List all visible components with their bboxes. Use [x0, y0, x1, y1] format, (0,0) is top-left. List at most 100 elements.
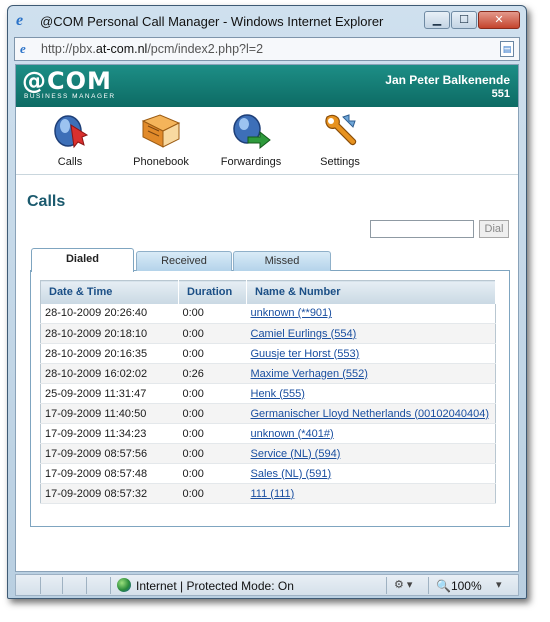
cell-datetime: 28-10-2009 16:02:02 [40, 363, 179, 384]
status-divider [428, 577, 429, 594]
calls-icon [54, 115, 89, 149]
status-divider [62, 577, 63, 594]
page-title: Calls [27, 193, 66, 210]
window-controls: ▁ ☐ ✕ [423, 11, 520, 29]
cell-name: unknown (**901) [246, 303, 496, 324]
tab-received[interactable]: Received [136, 251, 232, 271]
cell-name: Guusje ter Horst (553) [246, 343, 496, 364]
column-header-duration[interactable]: Duration [178, 280, 247, 304]
cell-name: Henk (555) [246, 383, 496, 404]
table-row: 28-10-2009 20:26:40 0:00 unknown (**901) [40, 303, 496, 324]
table-row: 17-09-2009 08:57:32 0:00 111 (111) [40, 483, 496, 504]
close-button[interactable]: ✕ [478, 11, 520, 29]
forwardings-icon [233, 114, 271, 150]
table-row: 17-09-2009 11:34:23 0:00 unknown (*401#) [40, 423, 496, 444]
toolbar-forwardings[interactable]: Forwardings [206, 111, 296, 168]
calls-table: Date & Time Duration Name & Number 28-10… [40, 280, 496, 504]
cell-name: 111 (111) [246, 483, 496, 504]
contact-link[interactable]: Camiel Eurlings (554) [251, 328, 357, 340]
page-viewport: @COM BUSINESS MANAGER Jan Peter Balkenen… [15, 64, 519, 572]
contact-link[interactable]: Maxime Verhagen (552) [251, 368, 368, 380]
contact-link[interactable]: Service (NL) (594) [251, 448, 341, 460]
url-host: at-com.nl [95, 42, 148, 56]
status-divider [86, 577, 87, 594]
minimize-button[interactable]: ▁ [424, 11, 450, 29]
cell-duration: 0:00 [178, 383, 247, 404]
column-header-datetime[interactable]: Date & Time [40, 280, 179, 304]
cell-datetime: 28-10-2009 20:18:10 [40, 323, 179, 344]
cell-name: Service (NL) (594) [246, 443, 496, 464]
address-url[interactable]: http://pbx.at-com.nl/pcm/index2.php?l=2 [41, 42, 263, 56]
cell-duration: 0:00 [178, 483, 247, 504]
toolbar-phonebook-label: Phonebook [133, 156, 189, 168]
table-row: 25-09-2009 11:31:47 0:00 Henk (555) [40, 383, 496, 404]
app-header: @COM BUSINESS MANAGER Jan Peter Balkenen… [16, 65, 518, 107]
column-header-name-number[interactable]: Name & Number [246, 280, 496, 304]
tab-dialed[interactable]: Dialed [31, 248, 134, 272]
cell-name: Camiel Eurlings (554) [246, 323, 496, 344]
contact-link[interactable]: Sales (NL) (591) [251, 468, 332, 480]
url-scheme: http://pbx. [41, 42, 96, 56]
cell-datetime: 17-09-2009 11:34:23 [40, 423, 179, 444]
title-bar[interactable]: e @COM Personal Call Manager - Windows I… [8, 6, 526, 36]
toolbar-phonebook[interactable]: Phonebook [116, 111, 206, 168]
zoom-dropdown-icon[interactable]: ▾ [496, 578, 502, 591]
toolbar-settings[interactable]: Settings [295, 111, 385, 168]
cell-duration: 0:00 [178, 443, 247, 464]
cell-datetime: 28-10-2009 20:26:40 [40, 303, 179, 324]
ie-page-icon: e [20, 41, 26, 56]
security-zone-text[interactable]: Internet | Protected Mode: On [136, 579, 294, 593]
internet-zone-icon [117, 578, 131, 592]
contact-link[interactable]: unknown (*401#) [251, 428, 334, 440]
status-bar: Internet | Protected Mode: On ⚙ ▾ 🔍100% … [15, 574, 519, 596]
zoom-value: 100% [450, 579, 482, 593]
contact-link[interactable]: Germanischer Lloyd Netherlands (00102040… [251, 408, 489, 420]
protected-mode-icon[interactable]: ⚙ ▾ [394, 578, 412, 591]
table-row: 17-09-2009 11:40:50 0:00 Germanischer Ll… [40, 403, 496, 424]
cell-name: Maxime Verhagen (552) [246, 363, 496, 384]
cell-datetime: 17-09-2009 08:57:32 [40, 483, 179, 504]
tab-missed[interactable]: Missed [233, 251, 331, 271]
address-bar[interactable]: e http://pbx.at-com.nl/pcm/index2.php?l=… [14, 37, 520, 61]
contact-link[interactable]: Henk (555) [251, 388, 305, 400]
status-divider [110, 577, 111, 594]
brand-subtitle: BUSINESS MANAGER [24, 93, 116, 100]
cell-duration: 0:00 [178, 303, 247, 324]
cell-name: unknown (*401#) [246, 423, 496, 444]
table-row: 28-10-2009 16:02:02 0:26 Maxime Verhagen… [40, 363, 496, 384]
cell-datetime: 25-09-2009 11:31:47 [40, 383, 179, 404]
dial-input[interactable] [370, 220, 474, 238]
toolbar-calls-label: Calls [57, 156, 83, 168]
cell-duration: 0:00 [178, 343, 247, 364]
main-toolbar: Calls Phonebook Forwardings Settings [16, 107, 518, 175]
phonebook-icon [141, 114, 181, 148]
call-tabs: Dialed Received Missed [30, 248, 510, 272]
cell-duration: 0:00 [178, 423, 247, 444]
cell-datetime: 28-10-2009 20:16:35 [40, 343, 179, 364]
zoom-level[interactable]: 🔍100% [436, 579, 482, 593]
dial-button[interactable]: Dial [479, 220, 509, 238]
table-row: 28-10-2009 20:16:35 0:00 Guusje ter Hors… [40, 343, 496, 364]
user-extension: 551 [491, 88, 510, 100]
toolbar-settings-label: Settings [320, 156, 360, 168]
maximize-button[interactable]: ☐ [451, 11, 477, 29]
url-path: /pcm/index2.php?l=2 [147, 42, 264, 56]
cell-duration: 0:00 [178, 463, 247, 484]
contact-link[interactable]: Guusje ter Horst (553) [251, 348, 360, 360]
cell-duration: 0:00 [178, 403, 247, 424]
table-row: 28-10-2009 20:18:10 0:00 Camiel Eurlings… [40, 323, 496, 344]
cell-name: Germanischer Lloyd Netherlands (00102040… [246, 403, 496, 424]
cell-datetime: 17-09-2009 08:57:48 [40, 463, 179, 484]
contact-link[interactable]: 111 (111) [251, 488, 295, 500]
compatibility-view-icon[interactable]: ▤ [500, 41, 514, 57]
contact-link[interactable]: unknown (**901) [251, 307, 332, 319]
table-row: 17-09-2009 08:57:48 0:00 Sales (NL) (591… [40, 463, 496, 484]
toolbar-calls[interactable]: Calls [25, 111, 115, 168]
table-header-row: Date & Time Duration Name & Number [40, 280, 496, 304]
cell-name: Sales (NL) (591) [246, 463, 496, 484]
cell-duration: 0:26 [178, 363, 247, 384]
status-divider [386, 577, 387, 594]
cell-datetime: 17-09-2009 08:57:56 [40, 443, 179, 464]
cell-datetime: 17-09-2009 11:40:50 [40, 403, 179, 424]
toolbar-forwardings-label: Forwardings [220, 156, 282, 168]
